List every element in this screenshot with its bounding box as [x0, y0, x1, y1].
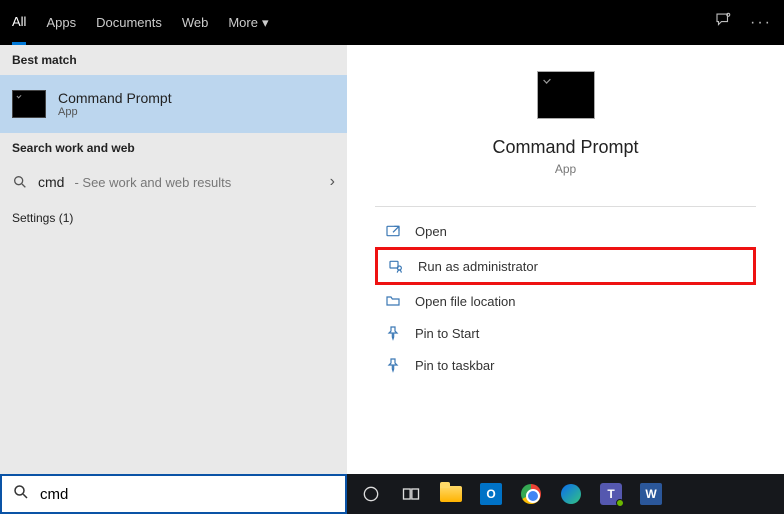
search-scope-tabs: All Apps Documents Web More ▾ ··· [0, 0, 784, 45]
action-label: Open [415, 224, 447, 239]
search-icon [12, 174, 28, 190]
best-match-heading: Best match [0, 45, 347, 75]
web-query-hint: - See work and web results [74, 175, 231, 190]
action-list: Open Run as administrator Open file loca… [375, 215, 756, 381]
command-prompt-icon [12, 90, 46, 118]
tab-documents[interactable]: Documents [96, 0, 162, 45]
divider [375, 206, 756, 207]
tab-all[interactable]: All [12, 0, 26, 45]
tab-web[interactable]: Web [182, 0, 209, 45]
action-pin-to-start[interactable]: Pin to Start [375, 317, 756, 349]
results-panel: Best match Command Prompt App Search wor… [0, 45, 347, 474]
feedback-icon[interactable] [714, 11, 732, 34]
action-label: Pin to taskbar [415, 358, 495, 373]
action-label: Open file location [415, 294, 515, 309]
search-icon [12, 483, 30, 506]
edge-icon[interactable] [557, 480, 585, 508]
file-explorer-icon[interactable] [437, 480, 465, 508]
shield-person-icon [388, 258, 404, 274]
chevron-right-icon: › [330, 173, 335, 191]
best-match-result[interactable]: Command Prompt App [0, 75, 347, 133]
outlook-icon[interactable]: O [477, 480, 505, 508]
action-run-as-administrator[interactable]: Run as administrator [375, 247, 756, 285]
action-open-file-location[interactable]: Open file location [375, 285, 756, 317]
pin-icon [385, 357, 401, 373]
teams-icon[interactable]: T [597, 480, 625, 508]
command-prompt-icon [537, 71, 595, 119]
tab-apps[interactable]: Apps [46, 0, 76, 45]
action-label: Run as administrator [418, 259, 538, 274]
folder-icon [385, 293, 401, 309]
word-icon[interactable]: W [637, 480, 665, 508]
action-label: Pin to Start [415, 326, 479, 341]
tab-more-label: More [228, 15, 258, 30]
chevron-down-icon: ▾ [262, 15, 269, 31]
taskbar: O T W [347, 474, 784, 514]
settings-heading[interactable]: Settings (1) [0, 201, 347, 235]
chrome-icon[interactable] [517, 480, 545, 508]
start-search-box[interactable] [0, 474, 347, 514]
preview-subtitle: App [555, 162, 576, 176]
action-open[interactable]: Open [375, 215, 756, 247]
web-query-text: cmd [38, 174, 64, 190]
web-search-result[interactable]: cmd - See work and web results › [0, 163, 347, 201]
pin-icon [385, 325, 401, 341]
best-match-subtitle: App [58, 106, 172, 118]
preview-title: Command Prompt [492, 137, 638, 158]
cortana-icon[interactable] [357, 480, 385, 508]
preview-panel: Command Prompt App Open Run as administr… [347, 45, 784, 474]
more-options-icon[interactable]: ··· [750, 14, 772, 32]
open-icon [385, 223, 401, 239]
best-match-title: Command Prompt [58, 90, 172, 106]
work-web-heading: Search work and web [0, 133, 347, 163]
action-pin-to-taskbar[interactable]: Pin to taskbar [375, 349, 756, 381]
search-input[interactable] [40, 486, 335, 503]
tab-more[interactable]: More ▾ [228, 0, 268, 45]
task-view-icon[interactable] [397, 480, 425, 508]
